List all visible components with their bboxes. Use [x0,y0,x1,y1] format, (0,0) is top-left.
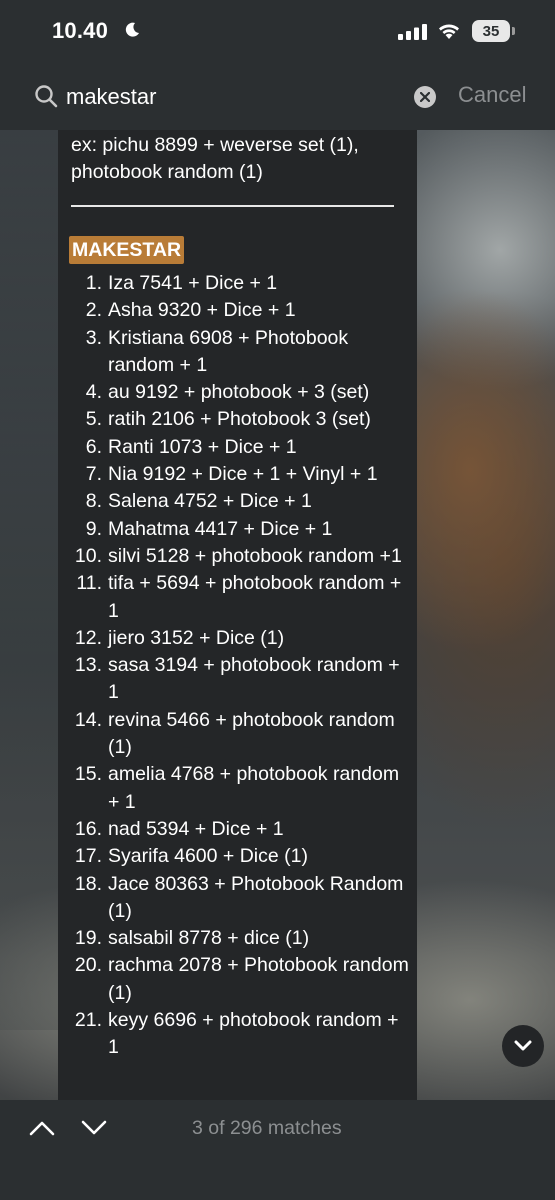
next-match-button[interactable] [80,1116,108,1140]
list-item: 10. silvi 5128 + photobook random +1 [58,543,417,570]
list-item-text: salsabil 8778 + dice (1) [108,927,310,950]
list-item-number: 13. [74,654,102,677]
wifi-icon [439,24,459,39]
list-item-text: jiero 3152 + Dice (1) [108,626,285,649]
list-item-number: 7. [85,463,102,486]
status-bar: 10.40 35 [0,0,555,66]
search-icon [35,85,58,108]
list-item-text: au 9192 + photobook + 3 (set) [108,381,370,404]
list-item: 5. ratih 2106 + Photobook 3 (set) [58,406,417,433]
list-item-number: 15. [74,763,102,786]
moon-icon [125,22,139,37]
clear-search-icon[interactable] [414,86,436,108]
list-item-number: 12. [74,626,102,649]
list-item-text: revina 5466 + photobook random (1) [108,708,395,759]
search-input[interactable] [66,80,396,114]
list-item-number: 2. [85,299,102,322]
list-item-text: Kristiana 6908 + Photobook random + 1 [108,326,349,376]
list-item-number: 18. [74,872,102,895]
list-item: 2. Asha 9320 + Dice + 1 [58,297,417,324]
list-item-text: Syarifa 4600 + Dice (1) [108,845,308,868]
list-item-number: 4. [85,381,102,404]
list-item-text: Ranti 1073 + Dice + 1 [108,435,297,458]
list-item-number: 20. [74,954,102,977]
list-item-text: silvi 5128 + photobook random +1 [108,544,402,567]
list-item: 1. Iza 7541 + Dice + 1 [58,270,417,297]
scroll-down-button[interactable] [502,1025,544,1067]
match-count: 3 of 296 matches [192,1117,342,1139]
list-item: 14. revina 5466 + photobook random (1) [58,707,417,762]
search-bar: Cancel [0,66,555,130]
list-item: 15. amelia 4768 + photobook random + 1 [58,761,417,816]
list-item-number: 21. [74,1009,102,1032]
search-match-highlight: MAKESTAR [69,236,185,264]
list-item-text: rachma 2078 + Photobook random (1) [108,954,409,1004]
list-item-number: 9. [85,517,102,540]
list-item: 12. jiero 3152 + Dice (1) [58,625,417,652]
chevron-down-icon [514,1040,532,1051]
previous-match-button[interactable] [28,1116,56,1140]
list-item: 8. Salena 4752 + Dice + 1 [58,488,417,515]
list-item-text: Nia 9192 + Dice + 1 + Vinyl + 1 [108,463,378,486]
list-item: 19. salsabil 8778 + dice (1) [58,925,417,952]
list-item-text: Mahatma 4417 + Dice + 1 [108,517,333,540]
list-item-number: 19. [74,927,102,950]
list-item: 21. keyy 6696 + photobook random + 1 [58,1007,417,1062]
list-item: 3. Kristiana 6908 + Photobook random + 1 [58,325,417,380]
list-item-text: amelia 4768 + photobook random + 1 [108,763,400,813]
list-item-number: 8. [85,490,102,513]
list-item: 20. rachma 2078 + Photobook random (1) [58,952,417,1007]
list-item-text: nad 5394 + Dice + 1 [108,817,284,840]
list-item-number: 10. [74,544,102,567]
list-item-text: Salena 4752 + Dice + 1 [108,490,312,513]
divider [71,205,394,207]
list-item-number: 3. [85,326,102,349]
list-item-text: ratih 2106 + Photobook 3 (set) [108,408,371,431]
list-item: 11. tifa + 5694 + photobook random + 1 [58,570,417,625]
list-item: 4. au 9192 + photobook + 3 (set) [58,379,417,406]
list-item: 16. nad 5394 + Dice + 1 [58,816,417,843]
battery-icon: 35 [472,20,516,42]
list-item: 7. Nia 9192 + Dice + 1 + Vinyl + 1 [58,461,417,488]
list-item: 6. Ranti 1073 + Dice + 1 [58,434,417,461]
list-item: 9. Mahatma 4417 + Dice + 1 [58,516,417,543]
signal-icon [398,24,427,40]
find-bar: 3 of 296 matches [0,1100,555,1200]
entry-list: 1. Iza 7541 + Dice + 1 2. Asha 9320 + Dice … [58,270,417,1062]
content-panel: ex: pichu 8899 + weverse set (1), photob… [58,130,417,1100]
list-item-number: 1. [85,272,102,294]
list-item-text: tifa + 5694 + photobook random + 1 [108,572,402,622]
battery-level: 35 [472,20,510,42]
status-time: 10.40 [52,18,109,43]
list-item-text: sasa 3194 + photobook random + 1 [108,654,400,704]
cancel-button[interactable]: Cancel [458,82,526,108]
list-item: 13. sasa 3194 + photobook random + 1 [58,652,417,707]
list-item-number: 17. [74,845,102,868]
list-item-number: 14. [74,708,102,731]
list-item-number: 6. [85,435,102,458]
list-item-number: 16. [74,817,102,840]
list-item-text: Iza 7541 + Dice + 1 [108,272,278,294]
list-item: 18. Jace 80363 + Photobook Random (1) [58,871,417,926]
background-shade [0,130,60,1030]
list-item-number: 11. [76,572,102,595]
list-item-text: keyy 6696 + photobook random + 1 [108,1009,399,1059]
list-item-text: Jace 80363 + Photobook Random (1) [108,872,404,922]
list-item-number: 5. [85,408,102,431]
list-item-text: Asha 9320 + Dice + 1 [108,299,296,322]
list-item: 17. Syarifa 4600 + Dice (1) [58,843,417,870]
example-text: ex: pichu 8899 + weverse set (1), photob… [71,134,359,183]
